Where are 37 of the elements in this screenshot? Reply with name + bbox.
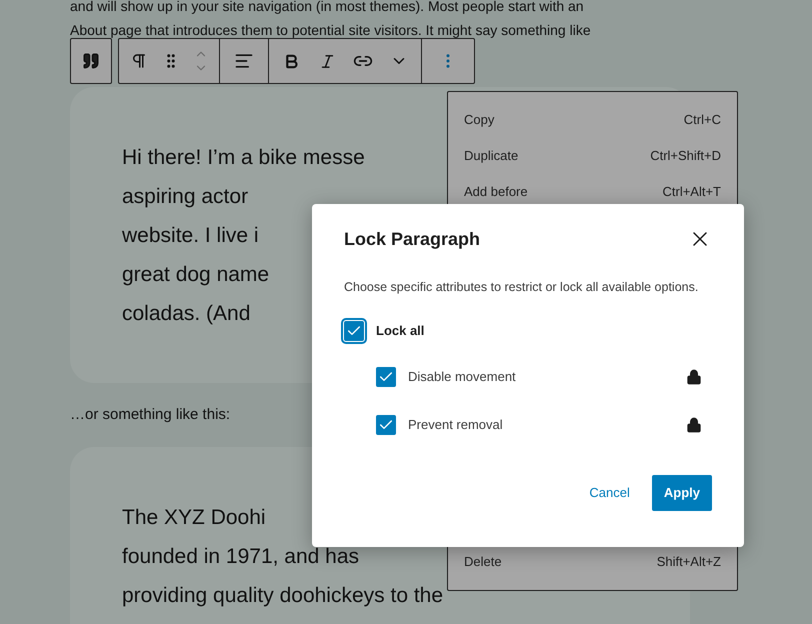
menu-item-label: Add before bbox=[464, 183, 528, 202]
menu-item[interactable]: Copy Ctrl+C bbox=[456, 102, 729, 138]
shortcut-text: Shift+Alt+Z bbox=[656, 553, 721, 572]
menu-item-label: Copy bbox=[464, 111, 494, 130]
quote-line: founded in 1971, and has bbox=[122, 544, 360, 570]
quote-line: aspiring actor bbox=[122, 184, 248, 210]
shortcut-text: Ctrl+Shift+D bbox=[650, 147, 721, 166]
menu-item[interactable]: Duplicate Ctrl+Shift+D bbox=[456, 138, 729, 174]
cancel-button[interactable]: Cancel bbox=[583, 474, 636, 511]
paragraph-text: …or something like this: bbox=[70, 405, 230, 425]
lock-option[interactable]: Disable movement bbox=[376, 366, 516, 387]
quote-line: great dog name bbox=[122, 262, 270, 288]
checkbox[interactable] bbox=[376, 366, 396, 387]
apply-button[interactable]: Apply bbox=[652, 474, 712, 511]
dialog-title: Lock Paragraph bbox=[344, 228, 480, 251]
lock-option[interactable]: Prevent removal bbox=[376, 414, 503, 435]
lock-icon bbox=[686, 368, 702, 385]
shortcut-text: Ctrl+Alt+T bbox=[662, 183, 721, 202]
paragraph-line: About page that introduces them to potential site visitors. It might say something like bbox=[70, 21, 592, 40]
option-label: Lock all bbox=[376, 322, 424, 340]
menu-item-label: Duplicate bbox=[464, 147, 518, 166]
quote-line: The XYZ Doohi bbox=[122, 505, 266, 531]
dialog-description: Choose specific attributes to restrict or lock all available options. bbox=[344, 279, 700, 296]
shortcut-text: Ctrl+C bbox=[684, 111, 721, 130]
menu-item[interactable]: Delete Shift+Alt+Z bbox=[456, 544, 729, 580]
quote-line: coladas. (And bbox=[122, 301, 250, 327]
quote-line: Hi there! I’m a bike messe bbox=[122, 145, 365, 171]
option-label: Prevent removal bbox=[408, 416, 503, 434]
option-label: Disable movement bbox=[408, 368, 516, 386]
quote-line: website. I live i bbox=[122, 223, 259, 249]
quote-line: providing quality doohickeys to the bbox=[122, 583, 444, 609]
lock-icon bbox=[686, 416, 702, 433]
checkbox[interactable] bbox=[344, 320, 364, 341]
checkbox[interactable] bbox=[376, 414, 396, 435]
menu-item-label: Delete bbox=[464, 553, 502, 572]
lock-all-option[interactable]: Lock all bbox=[344, 316, 712, 345]
paragraph-line: and will show up in your site navigation (in most themes). Most people start with an bbox=[70, 0, 585, 16]
